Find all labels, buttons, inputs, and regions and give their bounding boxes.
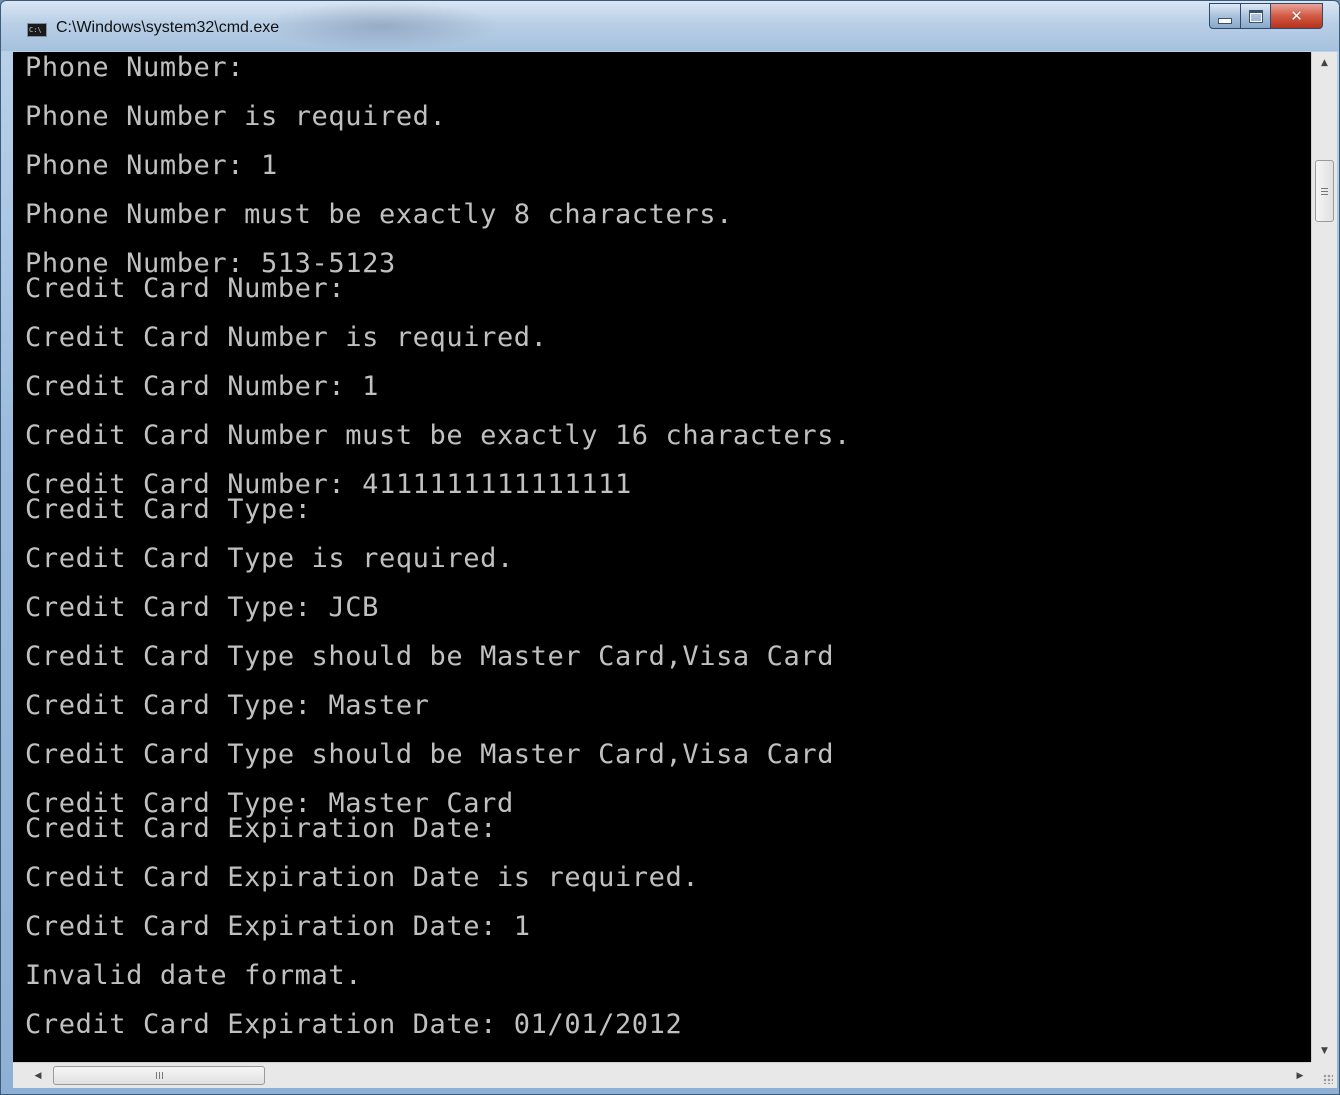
- console-line: Credit Card Expiration Date is required.: [25, 862, 700, 893]
- maximize-button[interactable]: [1241, 3, 1271, 29]
- console-line: Credit Card Expiration Date: 01/01/2012: [25, 1009, 683, 1040]
- title-bar[interactable]: C:\ C:\Windows\system32\cmd.exe ✕: [1, 1, 1339, 51]
- scroll-left-arrow-icon[interactable]: ◀: [27, 1063, 49, 1088]
- console-window: C:\ C:\Windows\system32\cmd.exe ✕ Phone …: [0, 0, 1340, 1095]
- maximize-icon: [1248, 9, 1263, 23]
- console-output[interactable]: Phone Number: Phone Number is required. Ph…: [13, 52, 1311, 1062]
- window-title: C:\Windows\system32\cmd.exe: [56, 19, 280, 36]
- console-line: Credit Card Expiration Date: 1: [25, 911, 531, 942]
- console-line: Credit Card Type: Master: [25, 690, 430, 721]
- vertical-scrollbar[interactable]: ▲ ▼: [1311, 52, 1337, 1062]
- console-line: Phone Number:: [25, 52, 245, 83]
- close-icon: ✕: [1290, 7, 1303, 25]
- console-line: Phone Number is required.: [25, 101, 447, 132]
- console-line: Phone Number must be exactly 8 character…: [25, 199, 733, 230]
- horizontal-scroll-thumb[interactable]: [53, 1066, 265, 1085]
- resize-grip-icon[interactable]: [1311, 1062, 1337, 1088]
- scroll-up-arrow-icon[interactable]: ▲: [1312, 52, 1337, 74]
- console-line: Credit Card Number:: [25, 273, 346, 304]
- scroll-down-arrow-icon[interactable]: ▼: [1312, 1040, 1337, 1062]
- console-line: Credit Card Number must be exactly 16 ch…: [25, 420, 851, 451]
- console-line: Credit Card Type should be Master Card,V…: [25, 739, 835, 770]
- console-line: Credit Card Expiration Date:: [25, 813, 497, 844]
- caption-buttons: ✕: [1209, 3, 1323, 29]
- console-line: Credit Card Number is required.: [25, 322, 548, 353]
- console-line: Credit Card Type:: [25, 494, 312, 525]
- console-line: Credit Card Type should be Master Card,V…: [25, 641, 835, 672]
- grip-icon: [1321, 187, 1328, 195]
- horizontal-scrollbar[interactable]: ◀ ▶: [13, 1062, 1311, 1088]
- close-button[interactable]: ✕: [1271, 3, 1323, 29]
- scroll-right-arrow-icon[interactable]: ▶: [1289, 1063, 1311, 1088]
- vertical-scroll-thumb[interactable]: [1315, 160, 1334, 222]
- console-line: Phone Number: 1: [25, 150, 278, 181]
- console-line: Invalid date format.: [25, 960, 363, 991]
- minimize-icon: [1218, 17, 1232, 24]
- console-line: Credit Card Number: 1: [25, 371, 379, 402]
- console-line: Credit Card Type: JCB: [25, 592, 379, 623]
- cmd-icon[interactable]: C:\: [27, 23, 47, 37]
- grip-icon: [155, 1072, 163, 1079]
- title-bar-glow: [261, 1, 501, 51]
- minimize-button[interactable]: [1209, 3, 1241, 29]
- console-line: Credit Card Type is required.: [25, 543, 514, 574]
